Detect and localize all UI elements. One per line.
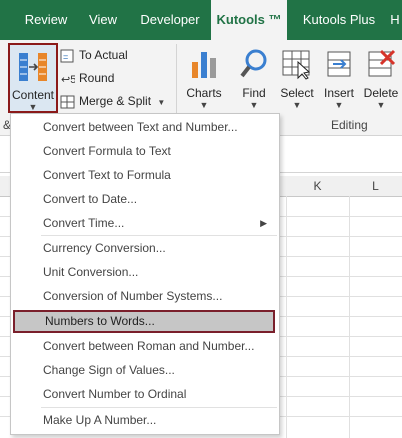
menu-item-convert-time[interactable]: Convert Time... ▶ — [11, 212, 277, 235]
select-icon — [282, 48, 312, 83]
submenu-arrow-icon: ▶ — [260, 218, 267, 228]
charts-button[interactable]: Charts ▼ — [182, 43, 226, 113]
menu-item-unit-conversion[interactable]: Unit Conversion... — [11, 261, 277, 284]
to-actual-label: To Actual — [79, 48, 128, 62]
chevron-down-icon: ▼ — [157, 98, 166, 107]
round-icon: ↩5 — [60, 72, 76, 86]
menu-item-text-to-formula[interactable]: Convert Text to Formula — [11, 164, 277, 187]
menu-item-roman-number[interactable]: Convert between Roman and Number... — [11, 335, 277, 358]
chevron-down-icon: ▼ — [249, 100, 259, 110]
menu-item-currency-conversion[interactable]: Currency Conversion... — [11, 237, 277, 260]
round-label: Round — [79, 71, 115, 85]
to-actual-icon: = — [60, 49, 75, 63]
grid-line — [349, 196, 350, 438]
charts-label: Charts — [186, 86, 222, 100]
chevron-down-icon: ▼ — [28, 102, 38, 112]
menu-item-number-to-ordinal[interactable]: Convert Number to Ordinal — [11, 383, 277, 406]
tab-review[interactable]: Review — [18, 0, 74, 40]
delete-button[interactable]: Delete ▼ — [361, 43, 401, 113]
editing-group-label: Editing — [331, 118, 368, 132]
to-actual-button[interactable]: = To Actual — [60, 46, 128, 64]
insert-icon — [324, 48, 354, 83]
merge-split-label: Merge & Split — [79, 94, 152, 108]
delete-icon — [366, 48, 396, 83]
tab-home-clipped[interactable]: H — [388, 0, 402, 40]
svg-text:↩5: ↩5 — [61, 74, 75, 86]
chevron-down-icon: ▼ — [334, 100, 344, 110]
content-icon — [18, 51, 48, 86]
magnifier-icon — [240, 48, 268, 83]
menu-separator — [41, 407, 277, 408]
charts-icon — [190, 48, 218, 83]
svg-text:=: = — [63, 52, 68, 62]
menu-item-formula-to-text[interactable]: Convert Formula to Text — [11, 140, 277, 163]
menu-item-change-sign[interactable]: Change Sign of Values... — [11, 359, 277, 382]
tab-kutools-plus[interactable]: Kutools Plus — [295, 0, 383, 40]
content-dropdown-menu: Convert between Text and Number... Conve… — [10, 113, 280, 435]
menu-item-convert-to-date[interactable]: Convert to Date... — [11, 188, 277, 211]
select-button[interactable]: Select ▼ — [278, 43, 316, 113]
grid-line — [286, 196, 287, 438]
chevron-down-icon: ▼ — [199, 100, 209, 110]
menu-item-numbers-to-words[interactable]: Numbers to Words... — [13, 310, 275, 333]
content-label: Content — [11, 88, 55, 102]
menu-item-label: Convert Time... — [43, 216, 125, 230]
menu-item-make-up-number[interactable]: Make Up A Number... — [11, 409, 277, 432]
merge-split-button[interactable]: Merge & Split ▼ — [60, 92, 165, 110]
select-label: Select — [280, 86, 314, 100]
menu-separator — [41, 235, 277, 236]
insert-button[interactable]: Insert ▼ — [320, 43, 358, 113]
merge-split-icon — [60, 95, 75, 109]
delete-label: Delete — [363, 86, 399, 100]
menu-item-text-number[interactable]: Convert between Text and Number... — [11, 116, 277, 139]
tab-kutools[interactable]: Kutools ™ — [211, 0, 287, 42]
ribbon-tab-bar: Review View Developer Kutools ™ Kutools … — [0, 0, 402, 42]
chevron-down-icon: ▼ — [292, 100, 302, 110]
chevron-down-icon: ▼ — [376, 100, 386, 110]
find-label: Find — [242, 86, 266, 100]
insert-label: Insert — [323, 86, 354, 100]
find-button[interactable]: Find ▼ — [234, 43, 274, 113]
content-button[interactable]: Content ▼ — [8, 43, 58, 113]
tab-developer[interactable]: Developer — [134, 0, 206, 40]
round-button[interactable]: ↩5 Round — [60, 69, 114, 87]
column-header-l[interactable]: L — [349, 176, 402, 197]
tab-view[interactable]: View — [82, 0, 124, 40]
menu-item-number-systems[interactable]: Conversion of Number Systems... — [11, 285, 277, 308]
column-header-k[interactable]: K — [286, 176, 350, 197]
